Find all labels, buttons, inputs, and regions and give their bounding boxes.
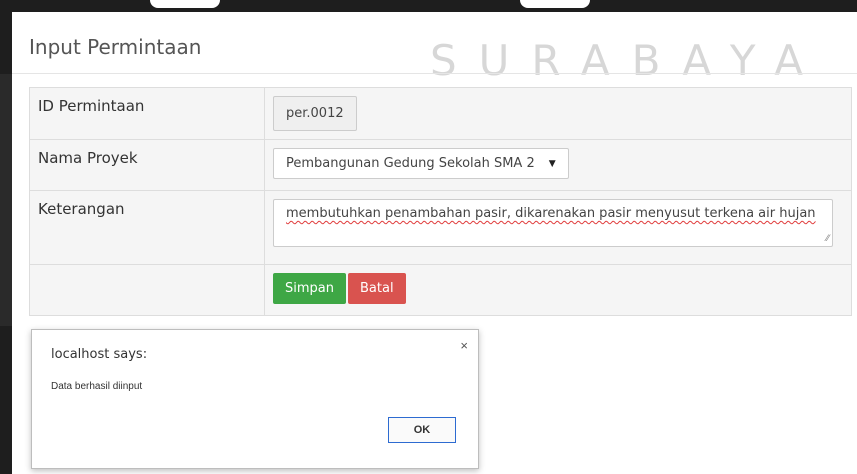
project-label: Nama Proyek (29, 139, 265, 191)
window-frame-left (0, 0, 12, 474)
id-field[interactable]: per.0012 (273, 96, 357, 131)
page-content: SURABAYA Input Permintaan ID Permintaan … (12, 12, 857, 474)
cancel-button[interactable]: Batal (348, 273, 406, 304)
close-icon[interactable]: × (460, 338, 468, 353)
project-select-value: Pembangunan Gedung Sekolah SMA 2 (286, 156, 535, 171)
request-form: ID Permintaan per.0012 Nama Proyek Pemba… (29, 87, 852, 316)
form-row-actions: Simpan Batal (29, 264, 852, 316)
watermark: SURABAYA (430, 36, 826, 85)
notes-label: Keterangan (29, 190, 265, 265)
form-row-project: Nama Proyek Pembangunan Gedung Sekolah S… (29, 139, 852, 191)
form-row-id: ID Permintaan per.0012 (29, 87, 852, 140)
window-frame-top (0, 0, 857, 12)
notes-textarea[interactable]: membutuhkan penambahan pasir, dikarenaka… (273, 199, 833, 247)
notes-text: membutuhkan penambahan pasir, dikarenaka… (286, 206, 816, 221)
save-button[interactable]: Simpan (273, 273, 346, 304)
alert-dialog: localhost says: × Data berhasil diinput … (31, 329, 479, 469)
project-select[interactable]: Pembangunan Gedung Sekolah SMA 2 ▼ (273, 148, 569, 179)
id-label: ID Permintaan (29, 87, 265, 140)
form-row-notes: Keterangan membutuhkan penambahan pasir,… (29, 190, 852, 265)
dialog-title: localhost says: (51, 347, 148, 362)
resize-handle-icon[interactable]: ⁄⁄ (826, 234, 829, 244)
frame-decoration (150, 0, 220, 8)
dialog-message: Data berhasil diinput (51, 381, 143, 392)
ok-button[interactable]: OK (388, 417, 456, 443)
divider (12, 73, 857, 74)
chevron-down-icon: ▼ (548, 158, 556, 169)
frame-decoration (520, 0, 590, 8)
page-title: Input Permintaan (29, 35, 202, 59)
frame-decoration (0, 74, 12, 326)
